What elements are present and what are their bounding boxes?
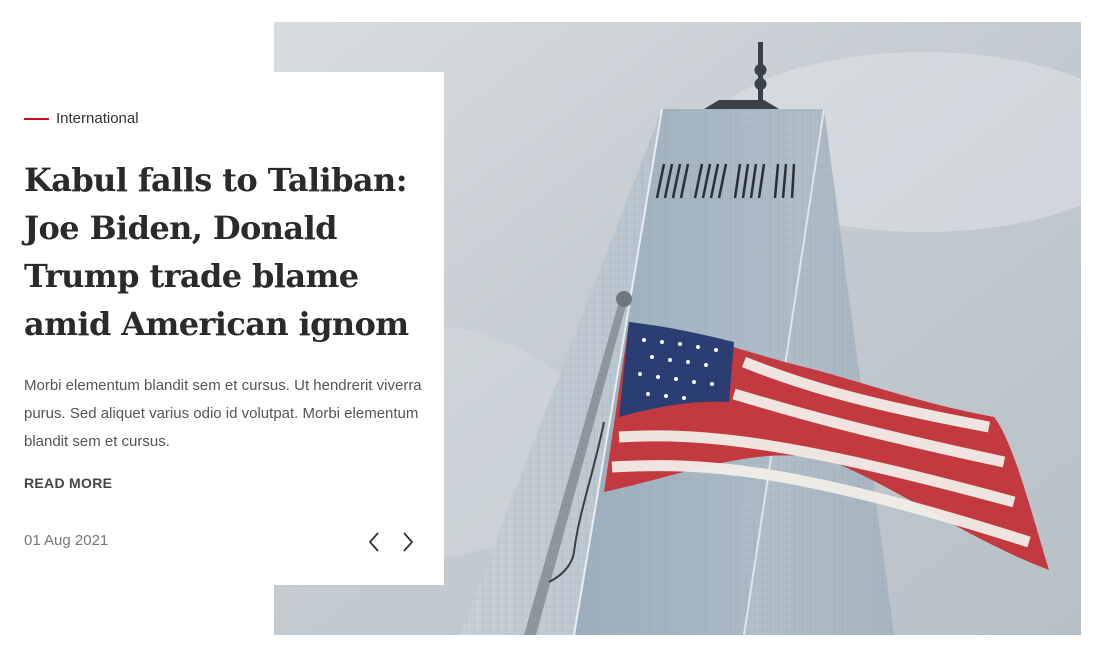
slider-nav <box>364 530 418 554</box>
article-category[interactable]: International <box>24 110 139 127</box>
prev-slide-button[interactable] <box>364 530 384 554</box>
category-label[interactable]: International <box>56 110 139 127</box>
chevron-right-icon <box>403 532 414 552</box>
chevron-left-icon <box>368 532 379 552</box>
article-excerpt: Morbi elementum blandit sem et cursus. U… <box>24 377 422 450</box>
article-date: 01 Aug 2021 <box>24 532 109 549</box>
read-more-link[interactable]: READ MORE <box>24 475 112 491</box>
next-slide-button[interactable] <box>398 530 418 554</box>
article-headline[interactable]: Kabul falls to Taliban: Joe Biden, Donal… <box>24 156 424 348</box>
category-dash <box>24 117 49 120</box>
article-card: International Kabul falls to Taliban: Jo… <box>0 72 444 585</box>
